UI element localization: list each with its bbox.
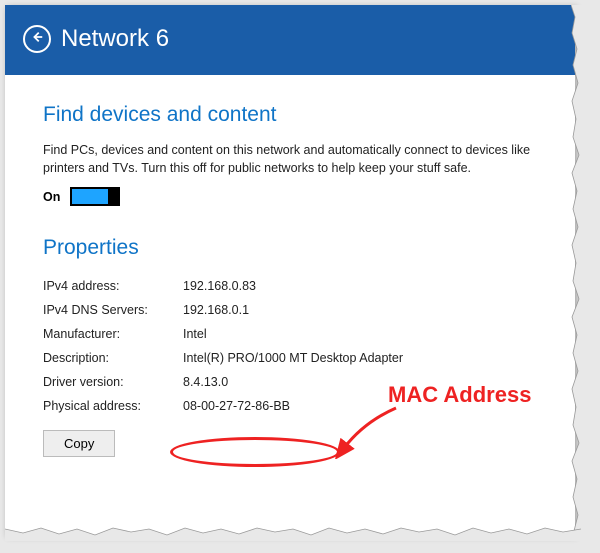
prop-value: 08-00-27-72-86-BB [183,399,290,413]
window-header: Network 6 [5,5,575,75]
find-devices-toggle[interactable] [70,187,120,206]
copy-button[interactable]: Copy [43,430,115,457]
prop-row-ipv4-dns: IPv4 DNS Servers: 192.168.0.1 [43,298,537,322]
prop-row-driver-version: Driver version: 8.4.13.0 [43,370,537,394]
find-devices-title: Find devices and content [43,103,537,127]
back-button[interactable] [23,25,51,53]
properties-title: Properties [43,236,537,260]
prop-value: 8.4.13.0 [183,375,228,389]
prop-label: Description: [43,351,183,365]
properties-list: IPv4 address: 192.168.0.83 IPv4 DNS Serv… [43,274,537,418]
prop-row-manufacturer: Manufacturer: Intel [43,322,537,346]
arrow-left-icon [30,30,44,49]
toggle-label: On [43,190,60,204]
prop-row-physical-address: Physical address: 08-00-27-72-86-BB [43,394,537,418]
toggle-knob [108,189,118,204]
prop-row-description: Description: Intel(R) PRO/1000 MT Deskto… [43,346,537,370]
prop-value: 192.168.0.83 [183,279,256,293]
prop-value: 192.168.0.1 [183,303,249,317]
prop-label: Manufacturer: [43,327,183,341]
find-devices-desc: Find PCs, devices and content on this ne… [43,141,537,177]
prop-value: Intel(R) PRO/1000 MT Desktop Adapter [183,351,403,365]
toggle-row: On [43,187,537,206]
prop-label: IPv4 address: [43,279,183,293]
prop-label: IPv4 DNS Servers: [43,303,183,317]
prop-label: Physical address: [43,399,183,413]
page-title: Network 6 [61,25,169,53]
content-area: Find devices and content Find PCs, devic… [5,75,575,477]
settings-window: Network 6 Find devices and content Find … [5,5,575,535]
prop-row-ipv4-address: IPv4 address: 192.168.0.83 [43,274,537,298]
prop-value: Intel [183,327,207,341]
prop-label: Driver version: [43,375,183,389]
